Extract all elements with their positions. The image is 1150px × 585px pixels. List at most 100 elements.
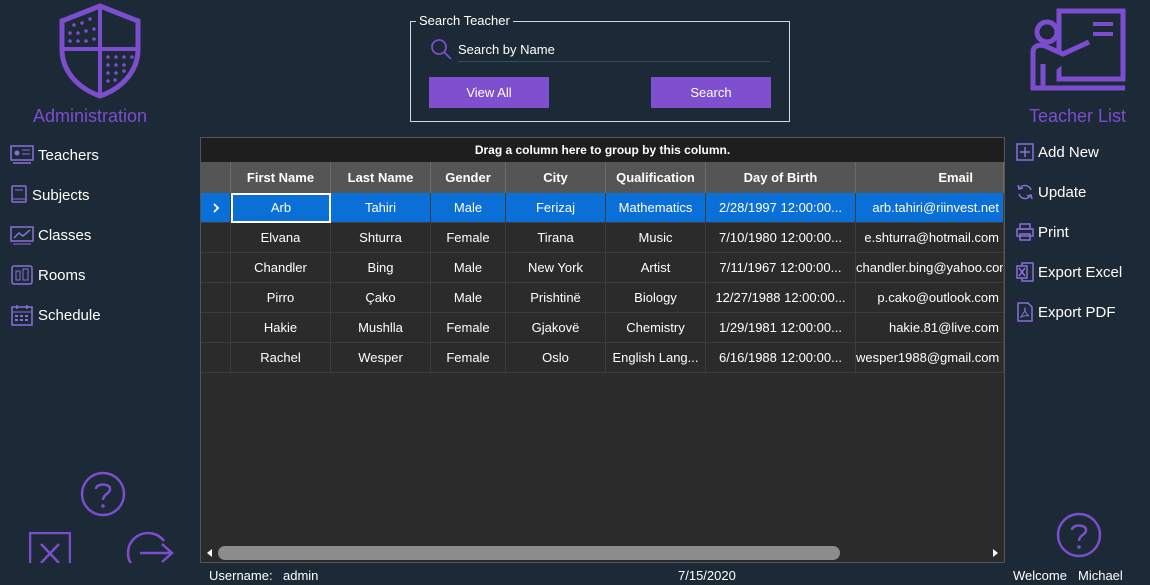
cell-email[interactable]: wesper1988@gmail.com (856, 343, 1004, 373)
row-indicator[interactable] (201, 343, 231, 372)
row-indicator[interactable] (201, 283, 231, 312)
help-button[interactable] (80, 471, 126, 517)
column-header-qualification[interactable]: Qualification (606, 162, 706, 193)
subjects-icon (10, 184, 28, 206)
table-row[interactable]: Hakie Mushlla Female Gjakovë Chemistry 1/29/1… (201, 313, 1004, 343)
cell-day-of-birth[interactable]: 2/28/1997 12:00:00... (706, 193, 856, 223)
cell-last-name[interactable]: Shturra (331, 223, 431, 253)
cell-first-name[interactable]: Rachel (231, 343, 331, 373)
cell-qualification[interactable]: Biology (606, 283, 706, 313)
cell-gender[interactable]: Male (431, 193, 506, 223)
teachers-grid[interactable]: Drag a column here to group by this colu… (200, 137, 1005, 563)
welcome-label: Welcome (1013, 568, 1067, 583)
help-button[interactable] (1056, 512, 1102, 558)
table-row[interactable]: Pirro Çako Male Prishtinë Biology 12/27/1988 … (201, 283, 1004, 313)
cell-qualification[interactable]: English Lang... (606, 343, 706, 373)
cell-first-name[interactable]: Hakie (231, 313, 331, 343)
action-label: Print (1038, 223, 1069, 241)
cell-city[interactable]: New York (506, 253, 606, 283)
cell-city[interactable]: Ferizaj (506, 193, 606, 223)
cell-city[interactable]: Gjakovë (506, 313, 606, 343)
sidebar-title: Administration (32, 106, 148, 126)
cell-qualification[interactable]: Chemistry (606, 313, 706, 343)
classes-icon (10, 224, 34, 246)
action-label: Update (1038, 183, 1087, 201)
sidebar-item-subjects[interactable]: Subjects (10, 182, 90, 208)
column-header-city[interactable]: City (506, 162, 606, 193)
sidebar-item-label: Classes (38, 226, 92, 244)
chevron-right-icon (212, 202, 219, 213)
table-row[interactable]: Elvana Shturra Female Tirana Music 7/10/1980 … (201, 223, 1004, 253)
column-header-day-of-birth[interactable]: Day of Birth (706, 162, 856, 193)
table-row[interactable]: Rachel Wesper Female Oslo English Lang... 6/1… (201, 343, 1004, 373)
sidebar-item-label: Schedule (38, 306, 101, 324)
row-indicator[interactable] (201, 193, 231, 222)
printer-icon (1016, 222, 1034, 242)
username-label: Username: (209, 568, 273, 583)
horizontal-scrollbar[interactable] (201, 544, 1004, 562)
cell-city[interactable]: Prishtinë (506, 283, 606, 313)
cell-day-of-birth[interactable]: 7/10/1980 12:00:00... (706, 223, 856, 253)
cell-first-name[interactable]: Chandler (231, 253, 331, 283)
search-input[interactable] (458, 38, 770, 62)
cell-last-name[interactable]: Tahiri (331, 193, 431, 223)
cell-last-name[interactable]: Çako (331, 283, 431, 313)
cell-city[interactable]: Oslo (506, 343, 606, 373)
scrollbar-thumb[interactable] (218, 546, 840, 560)
row-indicator[interactable] (201, 313, 231, 342)
cell-gender[interactable]: Female (431, 223, 506, 253)
cell-email[interactable]: arb.tahiri@riinvest.net (856, 193, 1004, 223)
cell-gender[interactable]: Male (431, 253, 506, 283)
cell-qualification[interactable]: Music (606, 223, 706, 253)
export-excel-button[interactable]: Export Excel (1016, 259, 1122, 285)
cell-city[interactable]: Tirana (506, 223, 606, 253)
cell-email[interactable]: e.shturra@hotmail.com (856, 223, 1004, 253)
teachers-icon (10, 144, 34, 166)
cell-day-of-birth[interactable]: 12/27/1988 12:00:00... (706, 283, 856, 313)
page-title: Teacher List (1028, 106, 1127, 126)
cell-day-of-birth[interactable]: 1/29/1981 12:00:00... (706, 313, 856, 343)
column-header-last-name[interactable]: Last Name (331, 162, 431, 193)
cell-qualification[interactable]: Artist (606, 253, 706, 283)
table-row[interactable]: Arb Tahiri Male Ferizaj Mathematics 2/28/1997… (201, 193, 1004, 223)
current-date: 7/15/2020 (678, 568, 736, 583)
column-header-email[interactable]: Email (856, 162, 1004, 193)
row-indicator[interactable] (201, 223, 231, 252)
search-button[interactable]: Search (651, 77, 771, 108)
cell-first-name[interactable]: Arb (231, 193, 331, 223)
cell-last-name[interactable]: Mushlla (331, 313, 431, 343)
update-button[interactable]: Update (1016, 179, 1086, 205)
sidebar-item-classes[interactable]: Classes (10, 222, 91, 248)
cell-first-name[interactable]: Elvana (231, 223, 331, 253)
excel-icon (1016, 262, 1034, 282)
sidebar-item-rooms[interactable]: Rooms (10, 262, 86, 288)
teacher-board-logo-icon (1029, 8, 1127, 92)
help-icon (1056, 512, 1102, 558)
cell-first-name[interactable]: Pirro (231, 283, 331, 313)
column-header-first-name[interactable]: First Name (231, 162, 331, 193)
cell-last-name[interactable]: Wesper (331, 343, 431, 373)
cell-last-name[interactable]: Bing (331, 253, 431, 283)
sidebar-item-teachers[interactable]: Teachers (10, 142, 99, 168)
cell-day-of-birth[interactable]: 6/16/1988 12:00:00... (706, 343, 856, 373)
cell-day-of-birth[interactable]: 7/11/1967 12:00:00... (706, 253, 856, 283)
column-header-gender[interactable]: Gender (431, 162, 506, 193)
cell-gender[interactable]: Male (431, 283, 506, 313)
group-by-panel[interactable]: Drag a column here to group by this colu… (201, 138, 1004, 162)
view-all-button[interactable]: View All (429, 77, 549, 108)
sidebar-item-schedule[interactable]: Schedule (10, 302, 101, 328)
cell-gender[interactable]: Female (431, 313, 506, 343)
cell-email[interactable]: chandler.bing@yahoo.com (856, 253, 1004, 283)
cell-email[interactable]: p.cako@outlook.com (856, 283, 1004, 313)
cell-gender[interactable]: Female (431, 343, 506, 373)
cell-qualification[interactable]: Mathematics (606, 193, 706, 223)
print-button[interactable]: Print (1016, 219, 1069, 245)
add-icon (1016, 142, 1034, 162)
cell-email[interactable]: hakie.81@live.com (856, 313, 1004, 343)
scroll-left-arrow-icon[interactable] (205, 548, 215, 558)
scroll-right-arrow-icon[interactable] (990, 548, 1000, 558)
row-indicator[interactable] (201, 253, 231, 282)
add-new-button[interactable]: Add New (1016, 139, 1099, 165)
table-row[interactable]: Chandler Bing Male New York Artist 7/11/1967 … (201, 253, 1004, 283)
export-pdf-button[interactable]: Export PDF (1016, 299, 1116, 325)
